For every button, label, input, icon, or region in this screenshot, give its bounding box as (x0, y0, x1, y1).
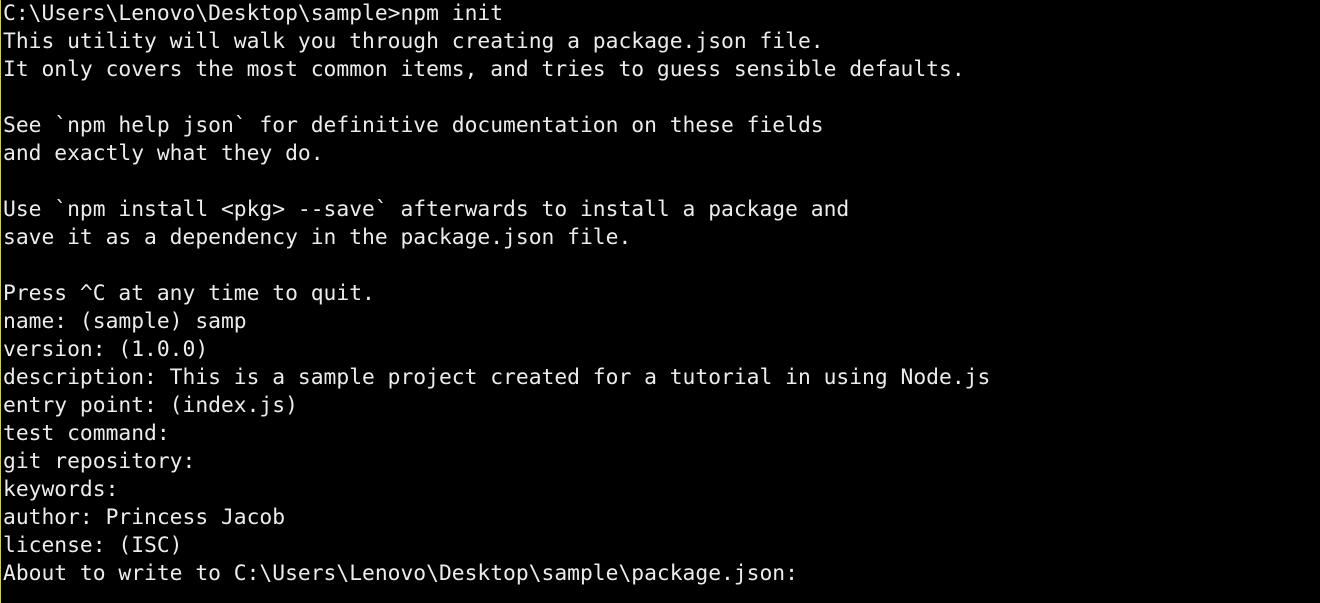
prompt-entry-point-line: entry point: (index.js) (3, 393, 298, 418)
output-line: See `npm help json` for definitive docum… (3, 113, 824, 138)
output-line: and exactly what they do. (3, 141, 324, 166)
terminal-window[interactable]: C:\Users\Lenovo\Desktop\sample>npm init … (0, 0, 1320, 603)
output-line: Use `npm install <pkg> --save` afterward… (3, 197, 850, 222)
write-target-line: About to write to C:\Users\Lenovo\Deskto… (3, 561, 798, 586)
prompt-name-line: name: (sample) samp (3, 309, 247, 334)
output-line: save it as a dependency in the package.j… (3, 225, 632, 250)
output-line: It only covers the most common items, an… (3, 57, 965, 82)
prompt-keywords-line: keywords: (3, 477, 119, 502)
prompt-author-line: author: Princess Jacob (3, 505, 286, 530)
output-line: This utility will walk you through creat… (3, 29, 824, 54)
prompt-license-line: license: (ISC) (3, 533, 183, 558)
prompt-test-command-line: test command: (3, 421, 170, 446)
command-prompt-line: C:\Users\Lenovo\Desktop\sample>npm init (3, 1, 504, 26)
prompt-version-line: version: (1.0.0) (3, 337, 209, 362)
prompt-git-repository-line: git repository: (3, 449, 196, 474)
prompt-description-line: description: This is a sample project cr… (3, 365, 991, 390)
output-line: Press ^C at any time to quit. (3, 281, 375, 306)
